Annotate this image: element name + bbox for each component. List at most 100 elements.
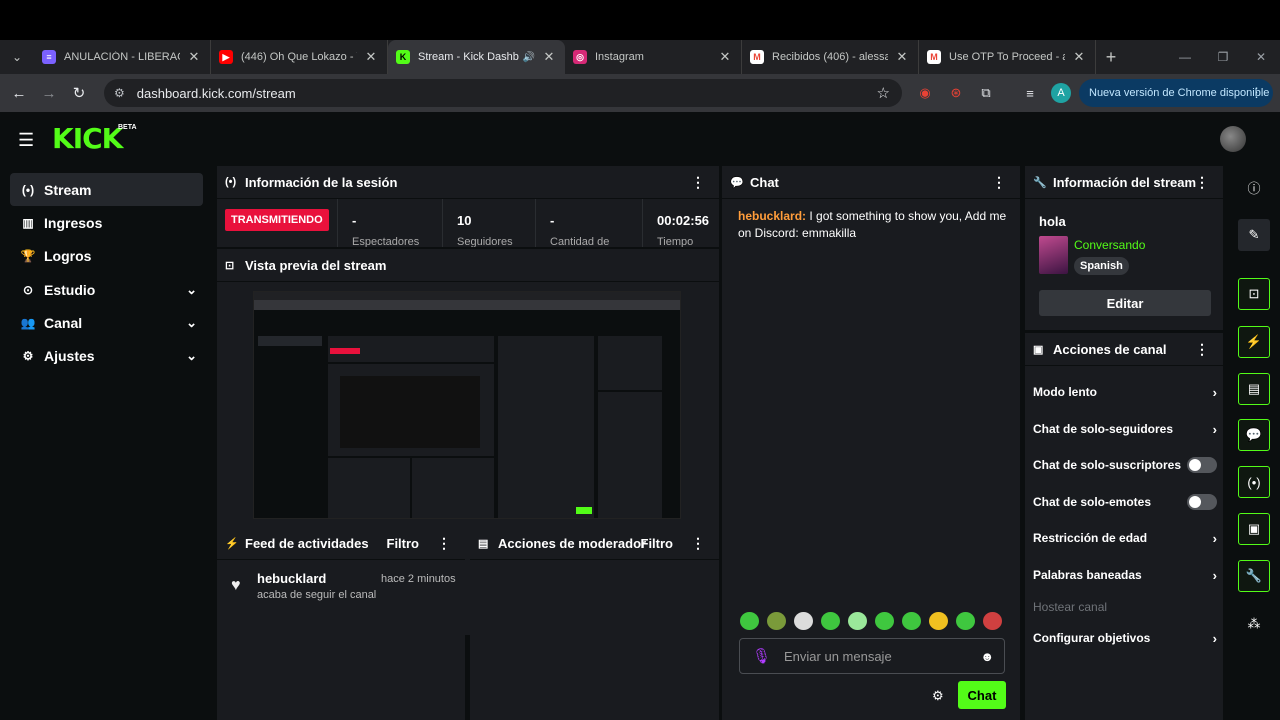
browser-tab-6[interactable]: M Use OTP To Proceed - ales ✕ — [919, 40, 1096, 74]
stat-label: Tiempo — [657, 236, 694, 247]
camera-icon: ⊡ — [225, 259, 235, 272]
back-icon[interactable]: ← — [4, 85, 34, 102]
window-close-icon[interactable]: ✕ — [1242, 40, 1280, 74]
user-avatar[interactable] — [1220, 126, 1246, 152]
kebab-menu-icon[interactable]: ⋮ — [691, 174, 705, 191]
sidebar-item-estudio[interactable]: ⊙ Estudio ⌄ — [10, 273, 203, 306]
action-label: Hostear canal — [1033, 600, 1108, 614]
kebab-menu-icon[interactable]: ⋮ — [1195, 341, 1209, 358]
emoji-picker-icon[interactable]: ☻ — [980, 649, 994, 664]
emote-icon[interactable] — [956, 612, 975, 630]
close-icon[interactable]: ✕ — [186, 49, 202, 65]
emote-icon[interactable] — [929, 612, 948, 630]
emote-icon[interactable] — [821, 612, 840, 630]
close-icon[interactable]: ✕ — [1071, 49, 1087, 65]
action-age-restriction[interactable]: Restricción de edad › — [1033, 528, 1217, 548]
emotes-only-toggle[interactable] — [1187, 494, 1217, 510]
profile-avatar[interactable]: A — [1051, 83, 1071, 103]
emote-icon[interactable] — [983, 612, 1002, 630]
stat-count: - Cantidad de — [536, 199, 643, 247]
kebab-menu-icon[interactable]: ⋮ — [1195, 174, 1209, 191]
document-icon[interactable]: ▤ — [1238, 373, 1270, 405]
subscribers-only-toggle[interactable] — [1187, 457, 1217, 473]
chrome-update-button[interactable]: Nueva versión de Chrome disponible ⋮ — [1079, 79, 1273, 107]
emote-icon[interactable] — [740, 612, 759, 630]
chat-input[interactable]: 🎙 Enviar un mensaje ☻ — [739, 638, 1005, 674]
sidebar-item-ajustes[interactable]: ⚙ Ajustes ⌄ — [10, 339, 203, 372]
browser-toolbar: ← → ↻ ⚙ dashboard.kick.com/stream ☆ ◉ ⊛ … — [0, 74, 1280, 112]
minimize-icon[interactable]: — — [1166, 40, 1204, 74]
browser-tab-2[interactable]: ▶ (446) Oh Que Lokazo - You ✕ — [211, 40, 388, 74]
kebab-menu-icon[interactable]: ⋮ — [992, 174, 1006, 191]
emote-icon[interactable] — [848, 612, 867, 630]
panel-layout-icon[interactable]: ▣ — [1238, 513, 1270, 545]
kebab-menu-icon[interactable]: ⋮ — [691, 535, 705, 552]
chat-send-button[interactable]: Chat — [958, 681, 1006, 709]
action-configure-goals[interactable]: Configurar objetivos › — [1033, 628, 1217, 648]
sidebar-item-ingresos[interactable]: ▥ Ingresos — [10, 206, 203, 239]
camera-frame-icon[interactable]: ⊡ — [1238, 278, 1270, 310]
broadcast-icon[interactable]: (•) — [1238, 466, 1270, 498]
filter-button[interactable]: Filtro — [641, 536, 674, 551]
action-label: Chat de solo-seguidores — [1033, 422, 1174, 436]
sidebar-item-canal[interactable]: 👥 Canal ⌄ — [10, 306, 203, 339]
action-followers-only[interactable]: Chat de solo-seguidores › — [1033, 419, 1217, 439]
emote-icon[interactable] — [875, 612, 894, 630]
extensions-puzzle-icon[interactable]: ⧉ — [975, 82, 997, 104]
gear-icon: ⚙ — [22, 348, 34, 363]
wrench-icon[interactable]: 🔧 — [1238, 560, 1270, 592]
tab-title: Recibidos (406) - alessandr — [772, 51, 888, 63]
info-icon[interactable]: ⓘ — [1238, 171, 1270, 203]
reading-list-icon[interactable]: ≡ — [1019, 82, 1041, 104]
stream-preview-video[interactable] — [253, 291, 681, 519]
action-host-channel: Hostear canal — [1033, 597, 1217, 617]
url-text: dashboard.kick.com/stream — [136, 85, 296, 101]
pencil-icon[interactable]: ✎ — [1238, 219, 1270, 251]
speaker-icon[interactable]: 🔊 — [523, 52, 535, 63]
sidebar-item-logros[interactable]: 🏆 Logros — [10, 239, 203, 272]
site-info-icon[interactable]: ⚙ — [114, 86, 125, 100]
panel-title: Vista previa del stream — [245, 257, 387, 273]
maximize-icon[interactable]: ❐ — [1204, 40, 1242, 74]
close-icon[interactable]: ✕ — [717, 49, 733, 65]
chevron-down-icon: ⌄ — [186, 347, 197, 363]
kebab-menu-icon[interactable]: ⋮ — [437, 535, 451, 552]
close-icon[interactable]: ✕ — [541, 49, 557, 65]
reload-icon[interactable]: ↻ — [64, 84, 94, 102]
lightning-icon[interactable]: ⚡ — [1238, 326, 1270, 358]
new-tab-button[interactable]: + — [1096, 47, 1126, 68]
microphone-icon[interactable]: 🎙 — [752, 647, 771, 665]
kick-logo[interactable]: KICK — [52, 122, 123, 155]
feed-action: acaba de seguir el canal — [257, 589, 377, 601]
address-bar[interactable]: ⚙ dashboard.kick.com/stream ☆ — [104, 79, 902, 107]
add-widget-icon[interactable]: ⁂ — [1238, 608, 1270, 640]
browser-tab-3[interactable]: K Stream - Kick Dashboard 🔊 ✕ — [388, 40, 565, 74]
extension-icon[interactable]: ⊛ — [945, 82, 967, 104]
action-slow-mode[interactable]: Modo lento › — [1033, 382, 1217, 402]
browser-tab-1[interactable]: ≡ ANULACIÓN - LIBERACIÓN ✕ — [34, 40, 211, 74]
chat-username[interactable]: hebucklard — [738, 209, 802, 223]
emote-icon[interactable] — [902, 612, 921, 630]
kebab-menu-icon[interactable]: ⋮ — [1250, 85, 1263, 101]
emote-icon[interactable] — [767, 612, 786, 630]
emote-icon[interactable] — [794, 612, 813, 630]
filter-button[interactable]: Filtro — [387, 536, 420, 551]
record-extension-icon[interactable]: ◉ — [914, 82, 936, 104]
close-icon[interactable]: ✕ — [363, 49, 379, 65]
close-icon[interactable]: ✕ — [894, 49, 910, 65]
feed-username[interactable]: hebucklard — [257, 571, 326, 586]
edit-button[interactable]: Editar — [1039, 290, 1211, 316]
forward-icon[interactable]: → — [34, 85, 64, 102]
action-subscribers-only: Chat de solo-suscriptores — [1033, 455, 1217, 475]
bookmark-star-icon[interactable]: ☆ — [877, 84, 890, 102]
sidebar-item-stream[interactable]: (•) Stream — [10, 173, 203, 206]
action-banned-words[interactable]: Palabras baneadas › — [1033, 565, 1217, 585]
chat-bubble-icon[interactable]: 💬 — [1238, 419, 1270, 451]
browser-tab-5[interactable]: M Recibidos (406) - alessandr ✕ — [742, 40, 919, 74]
list-icon: ≡ — [42, 50, 56, 64]
browser-tab-4[interactable]: ◎ Instagram ✕ — [565, 40, 742, 74]
hamburger-menu-icon[interactable]: ☰ — [18, 130, 34, 151]
stream-category[interactable]: Conversando — [1074, 238, 1145, 252]
gear-icon[interactable]: ⚙ — [932, 688, 944, 704]
tab-search-icon[interactable]: ⌄ — [0, 40, 34, 74]
